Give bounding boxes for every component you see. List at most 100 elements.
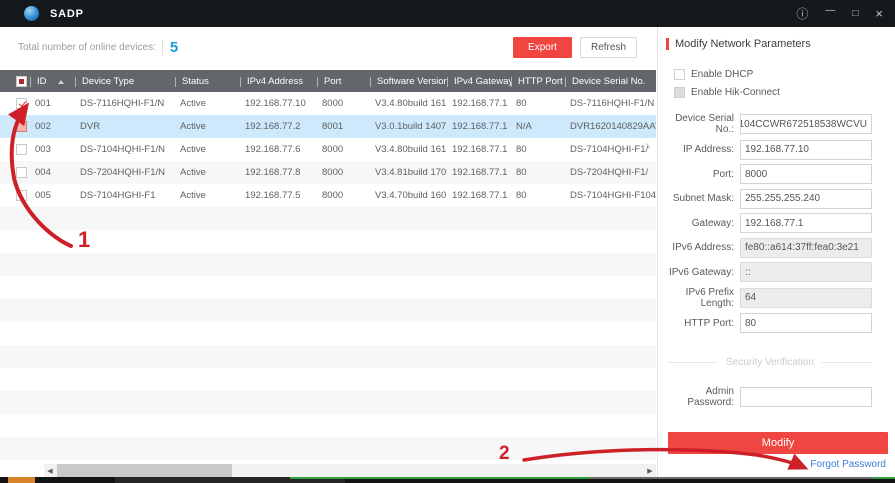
column-header-status[interactable]: Status <box>175 76 240 87</box>
column-header-ipv4-gateway[interactable]: IPv4 Gateway <box>447 76 511 87</box>
ipv6-address-label: IPv6 Address: <box>658 242 740 253</box>
cell-port: 8000 <box>317 98 370 109</box>
cell-software-version: V3.0.1build 1407... <box>370 121 447 132</box>
port-value: 8000 <box>745 169 767 180</box>
subnet-mask-label: Subnet Mask: <box>658 193 740 204</box>
cell-ipv4-gateway: 192.168.77.1 <box>447 190 511 201</box>
app-title: SADP <box>50 8 84 20</box>
device-serial-label: Device Serial No.: <box>658 113 740 135</box>
sadp-logo-icon <box>24 6 39 21</box>
admin-password-label: Admin Password: <box>658 386 740 408</box>
ipv6-gateway-input: :: <box>740 262 872 282</box>
cell-ipv4-gateway: 192.168.77.1 <box>447 121 511 132</box>
panel-title-row: Modify Network Parameters <box>666 38 895 50</box>
modify-button[interactable]: Modify <box>668 432 888 454</box>
column-header-http-port[interactable]: HTTP Port <box>511 76 565 87</box>
column-header-port[interactable]: Port <box>317 76 370 87</box>
ip-address-value: 192.168.77.10 <box>745 144 809 155</box>
scrollbar-thumb[interactable] <box>57 464 232 477</box>
column-header-device-serial[interactable]: Device Serial No. <box>565 76 656 87</box>
column-header-device-type[interactable]: Device Type <box>75 76 175 87</box>
refresh-button[interactable]: Refresh <box>580 37 637 58</box>
cell-port: 8000 <box>317 144 370 155</box>
ip-address-input[interactable]: 192.168.77.10 <box>740 140 872 160</box>
cell-device-serial: DVR1620140829AAW <box>565 121 656 132</box>
enable-hik-connect-checkbox[interactable] <box>674 87 685 98</box>
enable-dhcp-checkbox[interactable] <box>674 69 685 80</box>
cell-status: Active <box>175 144 240 155</box>
http-port-input[interactable]: 80 <box>740 313 872 333</box>
row-checkbox-highlighted[interactable] <box>16 121 27 132</box>
table-row-003[interactable]: 003 DS-7104HQHI-F1/N Active 192.168.77.6… <box>0 138 656 161</box>
taskbar-fragment <box>290 477 590 479</box>
maximize-icon[interactable]: □ <box>852 9 858 19</box>
window-controls: ⓘ — □ × <box>796 7 883 20</box>
enable-dhcp-row: Enable DHCP <box>674 65 895 83</box>
cell-device-type: DS-7104HQHI-F1/N <box>75 144 175 155</box>
security-verification-label: Security Verification <box>726 357 814 368</box>
minimize-icon[interactable]: — <box>825 6 835 16</box>
network-form: Device Serial No.: 620161104CCWR67251853… <box>658 113 895 333</box>
cell-status: Active <box>175 190 240 201</box>
cell-ipv4-gateway: 192.168.77.1 <box>447 98 511 109</box>
forgot-password-link[interactable]: Forgot Password <box>810 459 886 470</box>
cell-ipv4-gateway: 192.168.77.1 <box>447 167 511 178</box>
device-table: ID Device Type Status IPv4 Address Port … <box>0 70 656 462</box>
ipv6-prefix-length-input: 64 <box>740 288 872 308</box>
cell-software-version: V3.4.81build 170... <box>370 167 447 178</box>
row-checkbox[interactable] <box>16 190 27 201</box>
horizontal-scrollbar[interactable]: ◀ ▶ <box>44 464 656 477</box>
cell-software-version: V3.4.70build 160... <box>370 190 447 201</box>
table-row-002-selected[interactable]: 002 DVR Active 192.168.77.2 8001 V3.0.1b… <box>0 115 656 138</box>
port-label: Port: <box>658 169 740 180</box>
gateway-input[interactable]: 192.168.77.1 <box>740 213 872 233</box>
cell-http-port: 80 <box>511 98 565 109</box>
scroll-left-icon[interactable]: ◀ <box>44 464 56 477</box>
cell-device-serial: DS-7104HQHI-F1/ <box>565 144 656 155</box>
cell-port: 8000 <box>317 167 370 178</box>
ipv6-prefix-length-value: 64 <box>745 292 756 303</box>
ipv6-address-input: fe80::a614:37ff:fea0:3e21 <box>740 238 872 258</box>
cell-http-port: 80 <box>511 190 565 201</box>
scroll-right-icon[interactable]: ▶ <box>644 464 656 477</box>
cell-port: 8000 <box>317 190 370 201</box>
export-button[interactable]: Export <box>513 37 572 58</box>
sadp-window: SADP ⓘ — □ × Total number of online devi… <box>0 0 895 483</box>
divider <box>162 40 163 55</box>
cell-id: 002 <box>30 121 75 132</box>
taskbar-fragment <box>8 477 35 483</box>
security-verification-divider: Security Verification <box>668 357 872 368</box>
cell-id: 001 <box>30 98 75 109</box>
column-header-id[interactable]: ID <box>30 76 75 87</box>
row-checkbox[interactable] <box>16 167 27 178</box>
cell-ipv4-address: 192.168.77.8 <box>240 167 317 178</box>
panel-title: Modify Network Parameters <box>675 38 811 50</box>
ipv6-address-value: fe80::a614:37ff:fea0:3e21 <box>745 242 859 253</box>
collapse-panel-icon[interactable]: › <box>645 136 651 156</box>
cell-device-type: DS-7104HGHI-F1 <box>75 190 175 201</box>
cell-software-version: V3.4.80build 161... <box>370 98 447 109</box>
port-input[interactable]: 8000 <box>740 164 872 184</box>
subnet-mask-input[interactable]: 255.255.255.240 <box>740 189 872 209</box>
table-header: ID Device Type Status IPv4 Address Port … <box>0 70 656 92</box>
table-row-005[interactable]: 005 DS-7104HGHI-F1 Active 192.168.77.5 8… <box>0 184 656 207</box>
empty-rows-area <box>0 207 656 462</box>
table-row-004[interactable]: 004 DS-7204HQHI-F1/N Active 192.168.77.8… <box>0 161 656 184</box>
admin-password-input[interactable] <box>740 387 872 407</box>
cell-http-port: 80 <box>511 167 565 178</box>
close-icon[interactable]: × <box>875 7 883 20</box>
cell-id: 004 <box>30 167 75 178</box>
info-icon[interactable]: ⓘ <box>796 8 808 20</box>
ip-address-label: IP Address: <box>658 144 740 155</box>
table-row-001[interactable]: 001 DS-7116HQHI-F1/N Active 192.168.77.1… <box>0 92 656 115</box>
sort-ascending-icon <box>58 80 64 84</box>
device-serial-value: 620161104CCWR672518538WCVU <box>740 119 867 130</box>
select-all-checkbox[interactable] <box>16 76 27 87</box>
column-header-software-version[interactable]: Software Version <box>370 76 447 87</box>
column-header-ipv4-address[interactable]: IPv4 Address <box>240 76 317 87</box>
cell-device-type: DVR <box>75 121 175 132</box>
device-serial-input[interactable]: 620161104CCWR672518538WCVU <box>740 114 872 134</box>
row-checkbox-checked[interactable] <box>16 98 27 109</box>
row-checkbox[interactable] <box>16 144 27 155</box>
total-label: Total number of online devices: <box>18 42 156 53</box>
